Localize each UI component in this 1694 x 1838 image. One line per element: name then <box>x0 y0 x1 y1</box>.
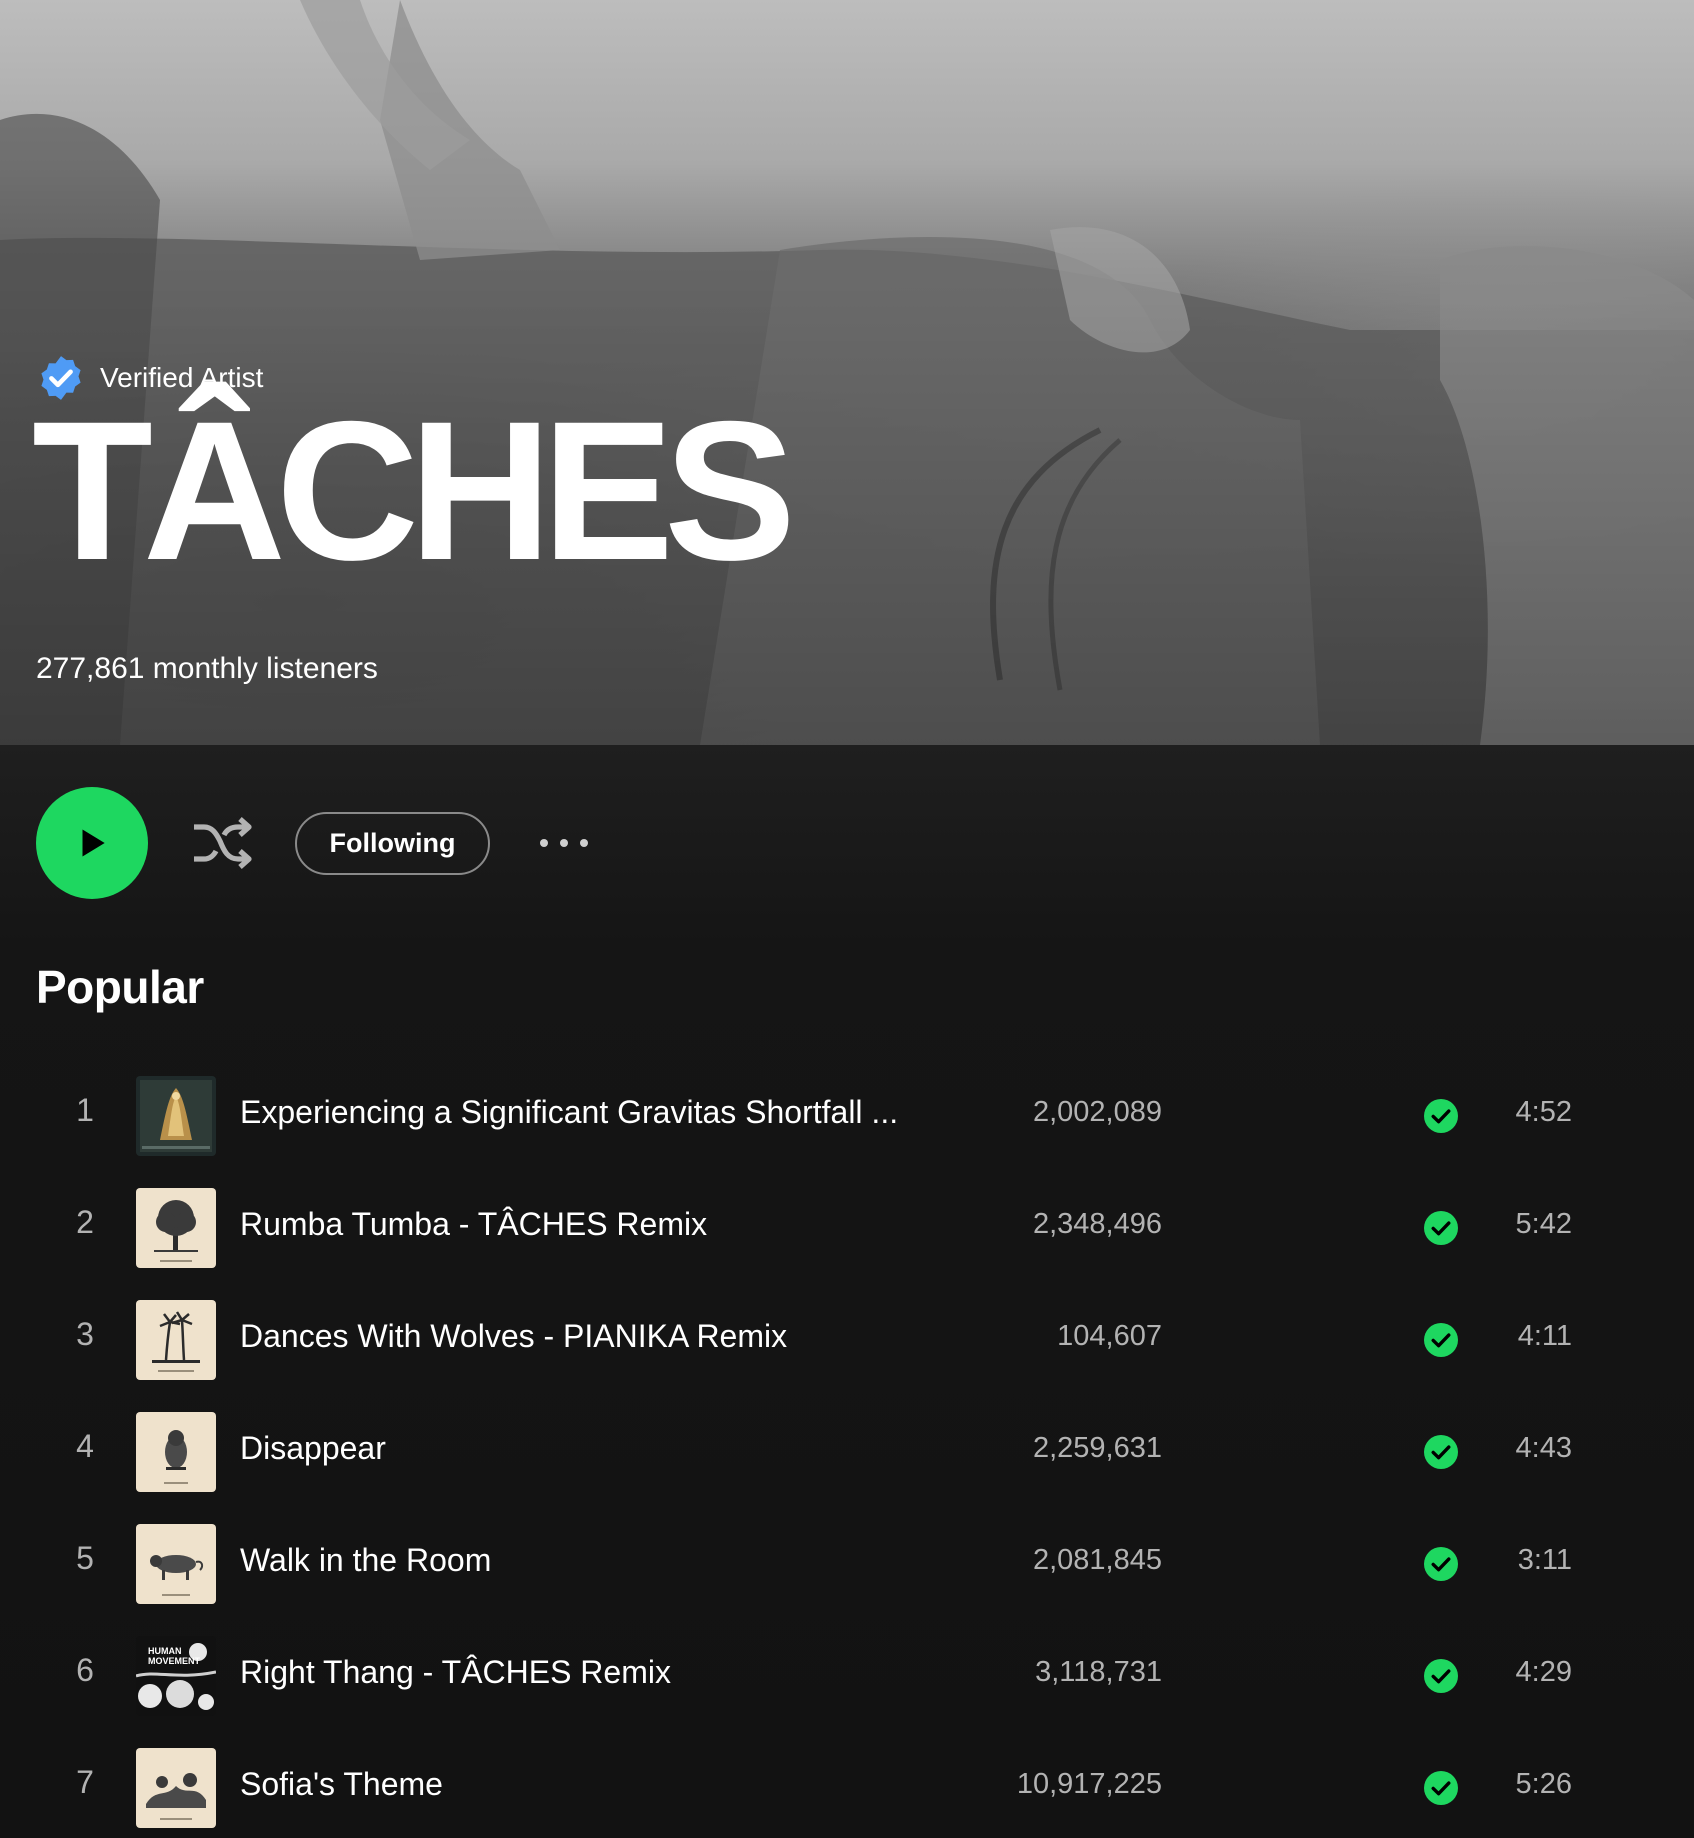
saved-check-icon[interactable] <box>1424 1771 1458 1805</box>
track-row[interactable]: 2 Rumba Tumba - TÂCHES Remix 2,348,496 5… <box>0 1172 1694 1284</box>
track-cover-art <box>136 1076 216 1156</box>
track-duration: 4:43 <box>1515 1432 1572 1464</box>
saved-check-icon[interactable] <box>1424 1323 1458 1357</box>
track-row[interactable]: 6 HUMAN MOVEMENT Right Thang - TÂCHES Re… <box>0 1620 1694 1732</box>
track-row[interactable]: 4 Disappear 2,259,631 4:43 <box>0 1396 1694 1508</box>
track-title[interactable]: Walk in the Room <box>240 1542 920 1579</box>
track-cover-art: HUMAN MOVEMENT <box>136 1636 216 1716</box>
play-button[interactable] <box>36 787 148 899</box>
track-play-count: 2,081,845 <box>1032 1544 1162 1576</box>
popular-heading: Popular <box>36 961 204 1013</box>
saved-check-icon[interactable] <box>1424 1659 1458 1693</box>
track-cover-art <box>136 1188 216 1268</box>
track-play-count: 2,259,631 <box>1032 1432 1162 1464</box>
more-options-icon[interactable] <box>532 823 596 863</box>
track-number: 1 <box>76 1092 94 1128</box>
saved-check-icon[interactable] <box>1424 1211 1458 1245</box>
popular-track-list: 1 Experiencing a Significant Gravitas Sh… <box>0 1060 1694 1838</box>
track-number: 4 <box>76 1428 94 1464</box>
shuffle-icon[interactable] <box>190 813 254 873</box>
saved-check-icon[interactable] <box>1424 1099 1458 1133</box>
track-cover-art <box>136 1412 216 1492</box>
track-duration: 4:29 <box>1515 1656 1572 1688</box>
track-cover-art <box>136 1524 216 1604</box>
action-bar: Following <box>36 787 836 899</box>
track-duration: 5:26 <box>1515 1768 1572 1800</box>
track-play-count: 3,118,731 <box>1035 1656 1162 1688</box>
monthly-listeners: 277,861 monthly listeners <box>36 652 378 685</box>
track-number: 6 <box>76 1652 94 1688</box>
track-play-count: 10,917,225 <box>1016 1768 1162 1800</box>
track-cover-art <box>136 1300 216 1380</box>
track-number: 3 <box>76 1316 94 1352</box>
more-dot <box>540 839 548 847</box>
track-duration: 4:52 <box>1515 1096 1572 1128</box>
more-dot <box>580 839 588 847</box>
artist-content: Following Popular 1 Experiencing a Signi… <box>0 745 1694 1838</box>
saved-check-icon[interactable] <box>1424 1547 1458 1581</box>
svg-text:MOVEMENT: MOVEMENT <box>148 1656 201 1666</box>
track-title[interactable]: Dances With Wolves - PIANIKA Remix <box>240 1318 920 1355</box>
following-button[interactable]: Following <box>295 812 490 875</box>
track-row[interactable]: 5 Walk in the Room 2,081,845 3:11 <box>0 1508 1694 1620</box>
track-row[interactable]: 1 Experiencing a Significant Gravitas Sh… <box>0 1060 1694 1172</box>
track-play-count: 104,607 <box>1057 1320 1162 1352</box>
track-play-count: 2,348,496 <box>1032 1208 1162 1240</box>
artist-name: TÂCHES <box>32 380 796 601</box>
track-duration: 4:11 <box>1517 1320 1572 1352</box>
track-title[interactable]: Sofia's Theme <box>240 1766 920 1803</box>
track-number: 2 <box>76 1204 94 1240</box>
track-title[interactable]: Right Thang - TÂCHES Remix <box>240 1654 920 1691</box>
track-row[interactable]: 7 Sofia's Theme 10,917,225 5:26 <box>0 1732 1694 1838</box>
track-cover-art <box>136 1748 216 1828</box>
track-duration: 3:11 <box>1517 1544 1572 1576</box>
track-play-count: 2,002,089 <box>1032 1096 1162 1128</box>
more-dot <box>560 839 568 847</box>
saved-check-icon[interactable] <box>1424 1435 1458 1469</box>
track-number: 7 <box>76 1764 94 1800</box>
artist-header: Verified Artist TÂCHES 277,861 monthly l… <box>0 0 1694 745</box>
track-title[interactable]: Experiencing a Significant Gravitas Shor… <box>240 1094 920 1131</box>
svg-text:HUMAN: HUMAN <box>148 1646 182 1656</box>
track-number: 5 <box>76 1540 94 1576</box>
track-title[interactable]: Rumba Tumba - TÂCHES Remix <box>240 1206 920 1243</box>
track-row[interactable]: 3 Dances With Wolves - PIANIKA Remix 104… <box>0 1284 1694 1396</box>
track-title[interactable]: Disappear <box>240 1430 920 1467</box>
track-duration: 5:42 <box>1515 1208 1572 1240</box>
play-icon <box>82 829 105 857</box>
